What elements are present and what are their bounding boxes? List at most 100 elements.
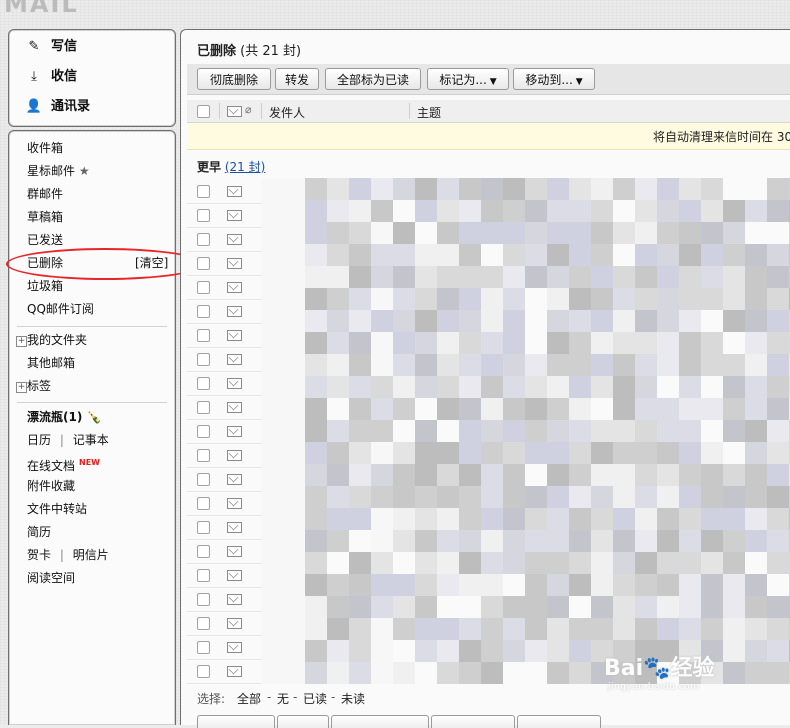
receive-button[interactable]: ⤓ 收信 [25, 66, 77, 88]
folder-inbox[interactable]: 收件箱 [27, 139, 63, 157]
compose-button[interactable]: ✎ 写信 [25, 36, 77, 58]
move-to-button-bottom[interactable] [517, 715, 601, 728]
select-unread-link[interactable]: 未读 [341, 690, 365, 707]
select-none-link[interactable]: 无 [277, 690, 289, 707]
greeting-card-link[interactable]: 贺卡 [27, 548, 51, 562]
redacted-tile [679, 442, 701, 464]
redacted-tile [503, 376, 525, 398]
redacted-tile [591, 200, 613, 222]
select-all-checkbox[interactable] [197, 105, 210, 118]
select-read-link[interactable]: 已读 [303, 690, 327, 707]
expand-tags-icon[interactable]: + [16, 382, 27, 393]
divider [17, 402, 167, 403]
row-checkbox[interactable] [197, 545, 210, 558]
folder-qq-subscribe[interactable]: QQ邮件订阅 [27, 300, 94, 318]
redacted-tile [767, 266, 789, 288]
row-checkbox[interactable] [197, 401, 210, 414]
row-checkbox[interactable] [197, 473, 210, 486]
redacted-tile [613, 464, 635, 486]
postcard-link[interactable]: 明信片 [73, 548, 109, 562]
redacted-tile [745, 618, 767, 640]
folder-other-mailboxes[interactable]: 其他邮箱 [27, 354, 75, 372]
folder-spam[interactable]: 垃圾箱 [27, 277, 63, 295]
row-checkbox[interactable] [197, 281, 210, 294]
row-checkbox[interactable] [197, 521, 210, 534]
envelope-icon [227, 570, 242, 581]
redacted-tile [745, 486, 767, 508]
row-checkbox[interactable] [197, 569, 210, 582]
redacted-tile [591, 244, 613, 266]
redacted-tile [525, 310, 547, 332]
row-checkbox[interactable] [197, 233, 210, 246]
redacted-tile [701, 288, 723, 310]
row-checkbox[interactable] [197, 353, 210, 366]
file-transfer-link[interactable]: 文件中转站 [27, 500, 87, 518]
redacted-tile [723, 222, 745, 244]
delete-permanently-button-bottom[interactable] [197, 715, 275, 728]
redacted-tile [481, 464, 503, 486]
envelope-icon [227, 378, 242, 389]
select-all-link[interactable]: 全部 [237, 690, 261, 707]
reading-space-link[interactable]: 阅读空间 [27, 569, 75, 587]
row-checkbox[interactable] [197, 593, 210, 606]
redacted-tile [349, 266, 371, 288]
redacted-tile [481, 596, 503, 618]
redacted-tile [305, 178, 327, 200]
row-checkbox[interactable] [197, 425, 210, 438]
redacted-tile [679, 618, 701, 640]
row-checkbox[interactable] [197, 377, 210, 390]
row-checkbox[interactable] [197, 617, 210, 630]
envelope-icon [227, 498, 242, 509]
redacted-tile [327, 288, 349, 310]
mark-all-read-button-bottom[interactable] [331, 715, 429, 728]
redacted-tile [635, 376, 657, 398]
row-checkbox[interactable] [197, 497, 210, 510]
attachments-link[interactable]: 附件收藏 [27, 477, 75, 495]
resume-link[interactable]: 简历 [27, 523, 51, 541]
delete-permanently-button[interactable]: 彻底删除 [197, 68, 271, 90]
contacts-button[interactable]: 👤 通讯录 [25, 96, 90, 118]
redacted-tile [393, 662, 415, 684]
mark-all-read-button[interactable]: 全部标为已读 [325, 68, 421, 90]
redacted-tile [437, 244, 459, 266]
redacted-tile [327, 486, 349, 508]
notes-link[interactable]: 记事本 [73, 433, 109, 447]
online-docs-link[interactable]: 在线文档 NEW [27, 454, 100, 473]
folder-group[interactable]: 群邮件 [27, 185, 63, 203]
row-checkbox[interactable] [197, 665, 210, 678]
group-count-link[interactable]: (21 封) [225, 160, 265, 174]
redacted-tile [525, 288, 547, 310]
redacted-tile [371, 508, 393, 530]
folder-tags[interactable]: 标签 [27, 377, 51, 395]
move-to-dropdown[interactable]: 移动到... ▼ [513, 68, 595, 90]
redacted-tile [591, 530, 613, 552]
redacted-tile [305, 618, 327, 640]
row-checkbox[interactable] [197, 257, 210, 270]
redacted-tile [525, 200, 547, 222]
mark-as-button-bottom[interactable] [431, 715, 515, 728]
row-checkbox[interactable] [197, 329, 210, 342]
redacted-tile [481, 222, 503, 244]
redacted-tile [437, 508, 459, 530]
forward-button-bottom[interactable] [277, 715, 329, 728]
redacted-tile [723, 420, 745, 442]
folder-starred[interactable]: 星标邮件 ★ [27, 162, 90, 180]
row-checkbox[interactable] [197, 305, 210, 318]
expand-my-folders-icon[interactable]: + [16, 336, 27, 347]
redacted-tile [701, 332, 723, 354]
drift-bottle-link[interactable]: 漂流瓶(1) 🍾 [27, 408, 101, 426]
folder-sent[interactable]: 已发送 [27, 231, 63, 249]
calendar-link[interactable]: 日历 [27, 433, 51, 447]
folder-drafts[interactable]: 草稿箱 [27, 208, 63, 226]
sender-column-header[interactable]: 发件人 [269, 104, 305, 121]
row-checkbox[interactable] [197, 209, 210, 222]
mark-as-dropdown[interactable]: 标记为... ▼ [427, 68, 509, 90]
forward-button[interactable]: 转发 [275, 68, 319, 90]
subject-column-header[interactable]: 主题 [417, 104, 441, 121]
row-checkbox[interactable] [197, 641, 210, 654]
row-checkbox[interactable] [197, 185, 210, 198]
row-checkbox[interactable] [197, 449, 210, 462]
folder-my-folders[interactable]: 我的文件夹 [27, 331, 87, 349]
redacted-tile [393, 618, 415, 640]
redacted-tile [635, 442, 657, 464]
